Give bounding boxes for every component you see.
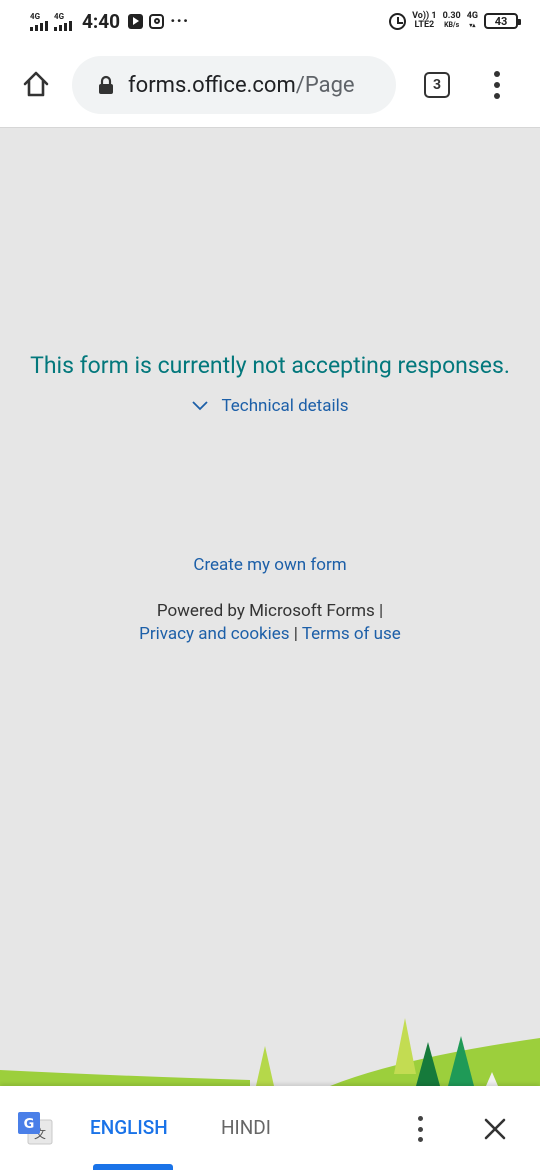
tab-switcher-button[interactable]: 3	[424, 72, 450, 98]
menu-dot-icon	[417, 1126, 423, 1132]
create-form-link[interactable]: Create my own form	[0, 555, 540, 575]
signal-1: 4G	[30, 12, 48, 31]
menu-dot-icon	[417, 1137, 423, 1142]
network-type-3: 4G ▾▴	[467, 12, 478, 30]
lte-label: LTE2	[414, 20, 435, 30]
data-arrows-icon: ▾▴	[469, 22, 476, 29]
chevron-down-icon	[192, 401, 209, 411]
footer-links: Privacy and cookies | Terms of use	[0, 623, 540, 646]
home-icon	[23, 71, 49, 97]
privacy-link[interactable]: Privacy and cookies	[139, 624, 289, 644]
landscape-illustration	[0, 1018, 540, 1086]
google-translate-icon: 文 G	[18, 1112, 53, 1145]
translate-options-button[interactable]	[412, 1114, 428, 1144]
terms-link[interactable]: Terms of use	[302, 624, 401, 644]
battery-level: 43	[494, 14, 508, 28]
speed-unit: KB/s	[444, 21, 460, 29]
menu-dot-icon	[494, 93, 500, 99]
translate-bar: 文 G ENGLISH HINDI	[0, 1086, 540, 1170]
technical-details-label: Technical details	[221, 396, 349, 416]
status-bar: 4G 4G 4:40 ··· Vo)) 1 LTE2 0.30 KB/s 4G …	[0, 0, 540, 42]
url-path: /Page	[295, 72, 355, 98]
instagram-notification-icon	[149, 13, 165, 29]
battery-icon: 43	[484, 13, 521, 29]
signal-2: 4G	[54, 12, 72, 31]
menu-dot-icon	[494, 71, 500, 77]
alarm-icon	[389, 12, 407, 30]
closed-form-message: This form is currently not accepting res…	[30, 352, 510, 379]
speed-value: 0.30	[442, 11, 461, 21]
volte-indicator: Vo)) 1 LTE2	[412, 12, 436, 30]
network-type-3-label: 4G	[466, 11, 478, 21]
source-language-tab[interactable]: ENGLISH	[90, 1116, 168, 1139]
footer-separator: |	[293, 624, 298, 644]
menu-dot-icon	[494, 82, 500, 88]
tab-count: 3	[432, 77, 442, 93]
home-button[interactable]	[18, 66, 54, 102]
close-icon[interactable]	[482, 1116, 508, 1142]
network-speed: 0.30 KB/s	[443, 12, 461, 30]
status-right: Vo)) 1 LTE2 0.30 KB/s 4G ▾▴ 43	[389, 12, 521, 30]
powered-by-text: Powered by Microsoft Forms |	[156, 601, 384, 621]
svg-text:G: G	[24, 1117, 35, 1132]
browser-menu-button[interactable]	[486, 68, 508, 102]
menu-dot-icon	[417, 1116, 423, 1121]
signal-bars-icon	[54, 20, 72, 31]
more-notifications-icon: ···	[170, 10, 190, 32]
target-language-tab[interactable]: HINDI	[221, 1116, 271, 1139]
address-bar[interactable]: forms.office.com/Page	[72, 56, 396, 114]
youtube-notification-icon	[128, 13, 144, 29]
technical-details-toggle[interactable]: Technical details	[0, 396, 540, 416]
clock: 4:40	[82, 9, 121, 33]
network-type-2: 4G	[54, 11, 65, 21]
signal-bars-icon	[30, 20, 48, 31]
lock-icon	[98, 75, 114, 95]
url-host: forms.office.com	[128, 72, 296, 98]
active-language-indicator	[93, 1164, 173, 1170]
network-type-1: 4G	[30, 11, 41, 21]
browser-toolbar: forms.office.com/Page 3	[0, 42, 540, 128]
